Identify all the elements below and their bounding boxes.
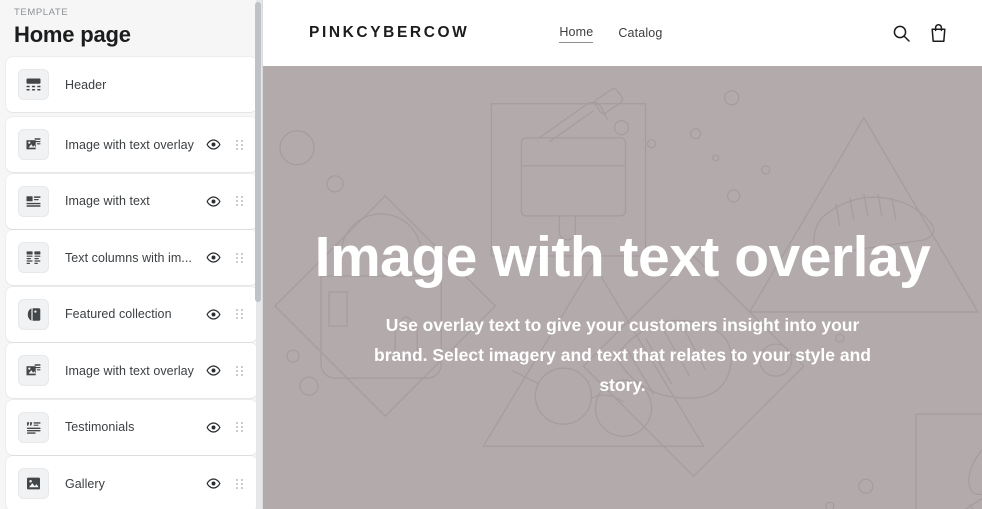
storefront-header: PINKCYBERCOW Home Catalog [263, 0, 982, 66]
drag-handle-icon[interactable] [232, 417, 246, 437]
sidebar-scrollbar-thumb[interactable] [255, 2, 261, 302]
section-item-image-with-text-overlay[interactable]: Image with text overlay [6, 117, 257, 172]
drag-handle-icon[interactable] [232, 361, 246, 381]
section-item-label: Image with text overlay [65, 363, 194, 378]
theme-preview: PINKCYBERCOW Home Catalog Image with tex… [263, 0, 982, 509]
sections-sidebar: TEMPLATE Home page Header Image with text… [0, 0, 263, 509]
section-item-text-columns-with-im[interactable]: Text columns with im... [6, 230, 257, 285]
visibility-toggle-eye-icon[interactable] [203, 191, 223, 211]
text-columns-icon [18, 242, 49, 273]
visibility-toggle-eye-icon [203, 75, 223, 95]
section-item-label: Gallery [65, 476, 105, 491]
storefront-nav: Home Catalog [559, 23, 892, 43]
tag-collection-icon [18, 298, 49, 330]
section-item-image-with-text[interactable]: Image with text [6, 173, 257, 229]
drag-handle-icon [232, 75, 246, 95]
visibility-toggle-eye-icon[interactable] [203, 304, 223, 324]
shopping-bag-icon[interactable] [929, 23, 948, 43]
section-item-label: Testimonials [65, 420, 135, 434]
store-logo[interactable]: PINKCYBERCOW [309, 24, 469, 42]
section-item-label: Featured collection [65, 307, 172, 321]
section-item-featured-collection[interactable]: Featured collection [6, 286, 257, 342]
nav-link-catalog[interactable]: Catalog [618, 24, 662, 42]
section-item-label: Image with text overlay [65, 137, 194, 152]
gallery-image-icon [18, 468, 49, 499]
visibility-toggle-eye-icon[interactable] [203, 474, 223, 494]
section-item-label: Text columns with im... [65, 250, 192, 265]
drag-handle-icon[interactable] [232, 474, 246, 494]
drag-handle-icon[interactable] [232, 304, 246, 324]
section-item-label: Image with text [65, 194, 150, 208]
hero-section[interactable]: Image with text overlay Use overlay text… [263, 66, 982, 509]
page-title: Home page [14, 22, 131, 47]
sidebar-header: TEMPLATE Home page [0, 0, 263, 57]
storefront-actions [892, 23, 948, 43]
hero-subtitle: Use overlay text to give your customers … [374, 315, 871, 395]
drag-handle-icon[interactable] [232, 135, 246, 155]
sections-list: Header Image with text overlay Image with … [0, 57, 263, 509]
template-eyebrow-label: TEMPLATE [14, 7, 69, 18]
visibility-toggle-eye-icon[interactable] [203, 135, 223, 155]
nav-link-home[interactable]: Home [559, 23, 594, 43]
drag-handle-icon[interactable] [232, 191, 246, 211]
drag-handle-icon[interactable] [232, 248, 246, 268]
visibility-toggle-eye-icon[interactable] [203, 417, 223, 437]
visibility-toggle-eye-icon[interactable] [203, 361, 223, 381]
theme-editor-window: TEMPLATE Home page Header Image with text… [0, 0, 982, 509]
image-text-overlay-icon [18, 129, 49, 160]
section-item-label: Header [65, 77, 107, 92]
section-item-gallery[interactable]: Gallery [6, 456, 257, 509]
image-with-text-icon [18, 185, 49, 217]
quote-icon [18, 411, 49, 443]
search-icon[interactable] [892, 24, 911, 43]
header-layout-icon [18, 69, 49, 100]
visibility-toggle-eye-icon[interactable] [203, 248, 223, 268]
section-item-header[interactable]: Header [6, 57, 257, 112]
section-item-image-with-text-overlay[interactable]: Image with text overlay [6, 343, 257, 398]
section-item-testimonials[interactable]: Testimonials [6, 399, 257, 455]
hero-title: Image with text overlay [314, 225, 931, 289]
hero-content: Image with text overlay Use overlay text… [263, 66, 982, 509]
image-text-overlay-icon [18, 355, 49, 386]
